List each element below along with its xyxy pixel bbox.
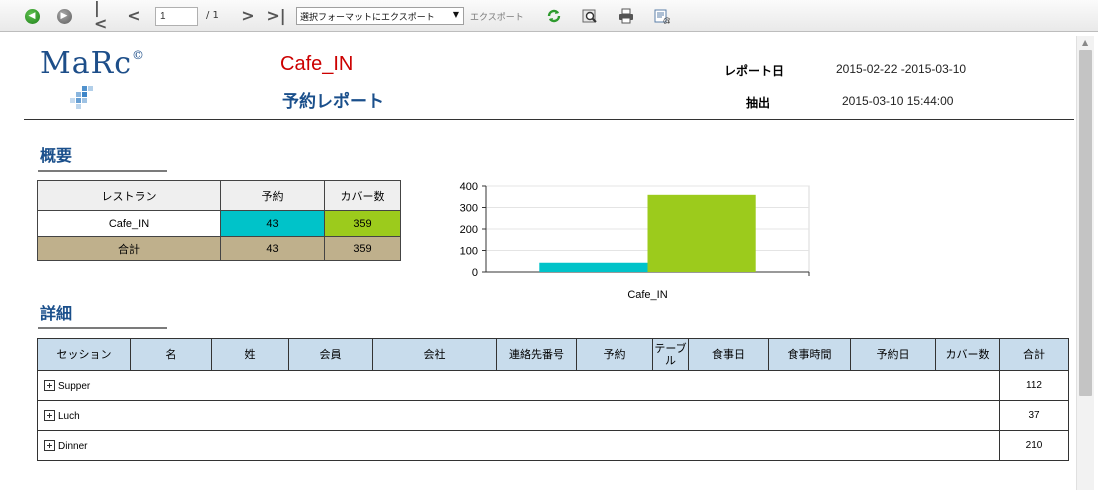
detail-section-title: 詳細 — [40, 304, 73, 323]
summary-bar-chart: 0 100 200 300 400 Cafe_IN — [460, 181, 810, 301]
y-tick-label: 0 — [472, 267, 478, 279]
x-tick-label: Cafe_IN — [627, 289, 667, 301]
expand-icon[interactable] — [44, 409, 55, 421]
col-member: 会員 — [288, 338, 373, 371]
reservations-cell: 43 — [220, 210, 325, 237]
col-contact-number: 連絡先番号 — [496, 338, 577, 371]
total-label: 合計 — [37, 236, 221, 261]
total-reservations: 43 — [220, 236, 325, 261]
session-group-cell: Dinner — [37, 430, 1000, 461]
page-number-input[interactable] — [155, 7, 198, 26]
summary-table: レストラン 予約 カバー数 Cafe_IN 43 359 合計 43 359 — [37, 180, 401, 261]
detail-title-underline — [38, 327, 167, 329]
print-icon[interactable] — [618, 8, 634, 24]
chart-bar — [539, 262, 648, 272]
vertical-scrollbar[interactable]: ▲ — [1076, 36, 1094, 490]
col-reservation: 予約 — [576, 338, 653, 371]
session-group-cell: Supper — [37, 370, 1000, 401]
report-title: 予約レポート — [282, 92, 384, 112]
col-meal-date: 食事日 — [688, 338, 769, 371]
table-row: Luch 37 — [37, 400, 1069, 431]
covers-cell: 359 — [324, 210, 401, 237]
col-session: セッション — [37, 338, 131, 371]
logo-mosaic-icon — [70, 86, 94, 110]
col-reservations: 予約 — [220, 180, 325, 211]
col-covers: カバー数 — [935, 338, 1000, 371]
total-row: 合計 43 359 — [37, 236, 401, 261]
col-restaurant: レストラン — [37, 180, 221, 211]
forward-icon[interactable]: ▶ — [56, 8, 72, 24]
next-page-icon[interactable]: > — [240, 8, 256, 24]
y-tick-label: 400 — [460, 181, 478, 193]
chevron-down-icon: ▼ — [452, 10, 459, 19]
total-covers: 359 — [324, 236, 401, 261]
col-table: テーブル — [652, 338, 689, 371]
search-report-icon[interactable] — [582, 8, 598, 24]
session-name: Luch — [58, 410, 80, 422]
summary-title-underline — [38, 170, 167, 172]
y-tick-label: 300 — [460, 203, 478, 215]
export-format-select[interactable]: 選択フォーマットにエクスポート ▼ — [296, 7, 464, 25]
expand-icon[interactable] — [44, 439, 55, 451]
summary-table-header: レストラン 予約 カバー数 — [37, 180, 401, 211]
scroll-up-icon[interactable]: ▲ — [1082, 38, 1088, 47]
scroll-thumb[interactable] — [1079, 50, 1092, 396]
col-first-name: 名 — [130, 338, 212, 371]
refresh-icon[interactable] — [546, 8, 562, 24]
page-count: / 1 — [206, 10, 219, 21]
previous-page-icon[interactable]: < — [126, 8, 142, 24]
col-meal-time: 食事時間 — [768, 338, 851, 371]
detail-table: セッション 名 姓 会員 会社 連絡先番号 予約 テーブル 食事日 食事時間 予… — [37, 338, 1069, 461]
y-tick-label: 200 — [460, 224, 478, 236]
extract-value: 2015-03-10 15:44:00 — [842, 94, 954, 108]
table-row: Cafe_IN 43 359 — [37, 210, 401, 237]
report-page: MaRc© Cafe_IN 予約レポート レポート日 2015-02-22 -2… — [24, 36, 1074, 490]
expand-icon[interactable] — [44, 379, 55, 391]
session-name: Supper — [58, 380, 91, 392]
detail-table-header: セッション 名 姓 会員 会社 連絡先番号 予約 テーブル 食事日 食事時間 予… — [37, 338, 1069, 371]
restaurant-name: Cafe_IN — [280, 53, 354, 75]
y-tick-label: 100 — [460, 246, 478, 258]
report-toolbar: ◀ ▶ |< < / 1 > >| 選択フォーマットにエクスポート ▼ エクスポ… — [0, 0, 1098, 32]
last-page-icon[interactable]: >| — [266, 8, 285, 24]
col-covers: カバー数 — [324, 180, 401, 211]
col-total: 合計 — [999, 338, 1069, 371]
export-button[interactable]: エクスポート — [470, 10, 524, 23]
report-date-value: 2015-02-22 -2015-03-10 — [836, 62, 967, 76]
col-last-name: 姓 — [211, 338, 289, 371]
back-icon[interactable]: ◀ — [24, 8, 40, 24]
session-total: 112 — [999, 370, 1069, 401]
col-company: 会社 — [372, 338, 497, 371]
table-row: Supper 112 — [37, 370, 1069, 401]
email-icon[interactable]: @ — [654, 8, 670, 24]
session-total: 210 — [999, 430, 1069, 461]
report-date-label: レポート日 — [724, 64, 785, 78]
table-row: Dinner 210 — [37, 430, 1069, 461]
first-page-icon[interactable]: |< — [94, 0, 110, 32]
session-group-cell: Luch — [37, 400, 1000, 431]
col-reservation-date: 予約日 — [850, 338, 936, 371]
extract-label: 抽出 — [746, 96, 771, 110]
session-total: 37 — [999, 400, 1069, 431]
summary-section-title: 概要 — [40, 146, 73, 165]
header-divider — [24, 119, 1074, 120]
session-name: Dinner — [58, 440, 88, 452]
restaurant-cell: Cafe_IN — [37, 210, 221, 237]
marc-logo: MaRc© — [40, 46, 145, 81]
svg-text:@: @ — [663, 16, 670, 24]
chart-bar — [647, 194, 756, 272]
